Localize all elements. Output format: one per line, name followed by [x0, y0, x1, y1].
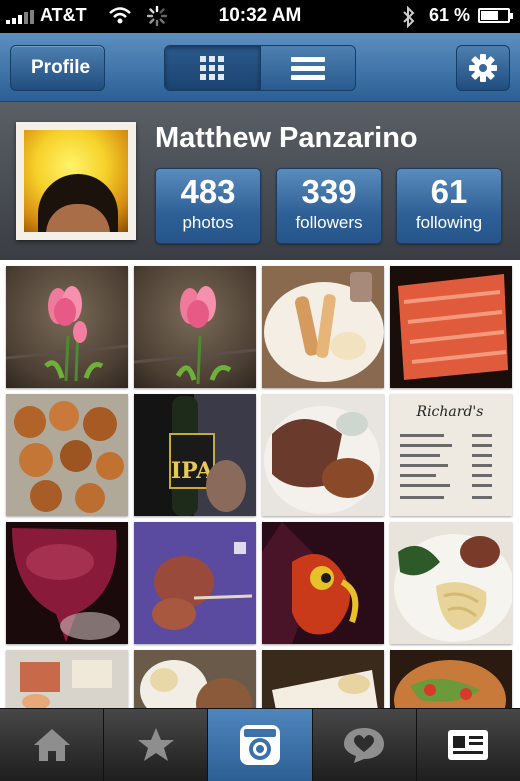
photo-thumbnail[interactable] — [134, 650, 256, 708]
photos-label: photos — [182, 213, 234, 232]
photo-thumbnail[interactable] — [6, 394, 128, 516]
list-view-button[interactable] — [259, 46, 355, 90]
menu-title: Richard's — [416, 404, 484, 420]
battery-icon — [478, 8, 513, 23]
followers-count: 339 — [301, 173, 357, 210]
photo-thumbnail[interactable] — [6, 266, 128, 388]
photo-thumbnail[interactable] — [262, 522, 384, 644]
photo-thumbnail[interactable] — [390, 266, 512, 388]
list-icon — [290, 57, 325, 80]
grid-view-button[interactable] — [165, 46, 260, 90]
tab-feed[interactable] — [0, 709, 105, 781]
photo-thumbnail[interactable] — [390, 650, 512, 708]
followers-label: followers — [295, 213, 363, 232]
heart-bubble-icon — [344, 728, 385, 763]
navigation-bar: Profile — [0, 33, 520, 102]
view-mode-segmented-control — [164, 45, 356, 91]
status-bar: AT&T 10:32 AM 61 % — [0, 0, 520, 33]
photos-count-button[interactable]: 483 photos — [155, 168, 261, 244]
following-count: 61 — [430, 173, 468, 210]
back-button[interactable]: Profile — [10, 45, 106, 91]
photos-count: 483 — [180, 173, 236, 210]
avatar[interactable] — [16, 122, 136, 240]
photo-thumbnail[interactable] — [262, 266, 384, 388]
photo-thumbnail[interactable] — [134, 266, 256, 388]
photo-thumbnail[interactable] — [6, 650, 128, 708]
gear-icon — [469, 54, 497, 82]
profile-header: Matthew Panzarino 483 photos 339 followe… — [0, 102, 520, 260]
photo-thumbnail[interactable] — [262, 394, 384, 516]
followers-count-button[interactable]: 339 followers — [276, 168, 382, 244]
following-count-button[interactable]: 61 following — [396, 168, 502, 244]
home-icon — [33, 729, 70, 761]
tab-bar — [0, 708, 520, 781]
photo-thumbnail[interactable]: IPA — [134, 394, 256, 516]
tab-camera[interactable] — [208, 709, 313, 781]
profile-card-icon — [448, 730, 489, 760]
star-icon — [137, 728, 174, 761]
bluetooth-icon — [403, 6, 415, 28]
photo-thumbnail[interactable] — [390, 522, 512, 644]
profile-name: Matthew Panzarino — [155, 122, 418, 154]
photo-thumbnail[interactable]: Richard's — [390, 394, 512, 516]
settings-button[interactable] — [456, 45, 510, 91]
tab-news[interactable] — [313, 709, 417, 781]
photo-thumbnail[interactable] — [262, 650, 384, 708]
photo-thumbnail[interactable] — [134, 522, 256, 644]
tab-popular[interactable] — [104, 709, 209, 781]
battery-percent: 61 % — [428, 5, 470, 25]
camera-icon — [240, 725, 280, 765]
grid-icon — [200, 56, 225, 80]
following-label: following — [415, 213, 483, 232]
tab-profile[interactable] — [417, 709, 520, 781]
photo-grid: IPA Richard's — [0, 260, 520, 708]
photo-thumbnail[interactable] — [6, 522, 128, 644]
